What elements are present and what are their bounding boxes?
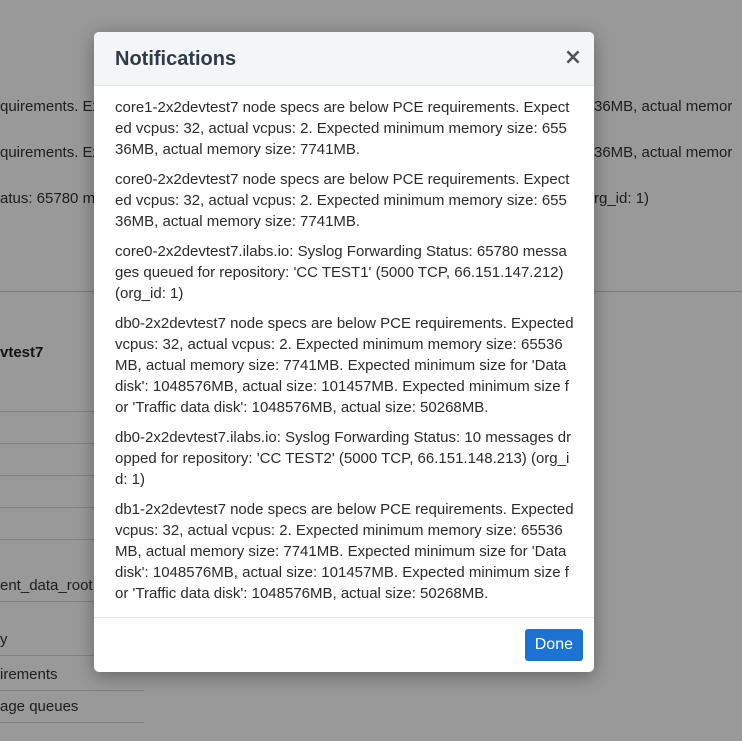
notification-item: db0-2x2devtest7 node specs are below PCE… bbox=[115, 315, 574, 416]
notification-item: core0-2x2devtest7 node specs are below P… bbox=[115, 171, 570, 230]
notification-item: core0-2x2devtest7.ilabs.io: Syslog Forwa… bbox=[115, 243, 567, 302]
dialog-header: Notifications × bbox=[94, 32, 594, 86]
notifications-list: core1-2x2devtest7 node specs are below P… bbox=[94, 86, 594, 616]
notification-item: db1-2x2devtest7 node specs are below PCE… bbox=[115, 501, 574, 602]
dialog-footer: Done bbox=[94, 617, 594, 672]
notification-item: core1-2x2devtest7 node specs are below P… bbox=[115, 99, 570, 158]
done-button[interactable]: Done bbox=[524, 629, 583, 661]
notifications-dialog: Notifications × core1-2x2devtest7 node s… bbox=[94, 32, 594, 672]
notification-item: db0-2x2devtest7.ilabs.io: Syslog Forward… bbox=[115, 429, 572, 488]
close-button[interactable]: × bbox=[562, 46, 584, 70]
dialog-title: Notifications bbox=[115, 48, 237, 70]
